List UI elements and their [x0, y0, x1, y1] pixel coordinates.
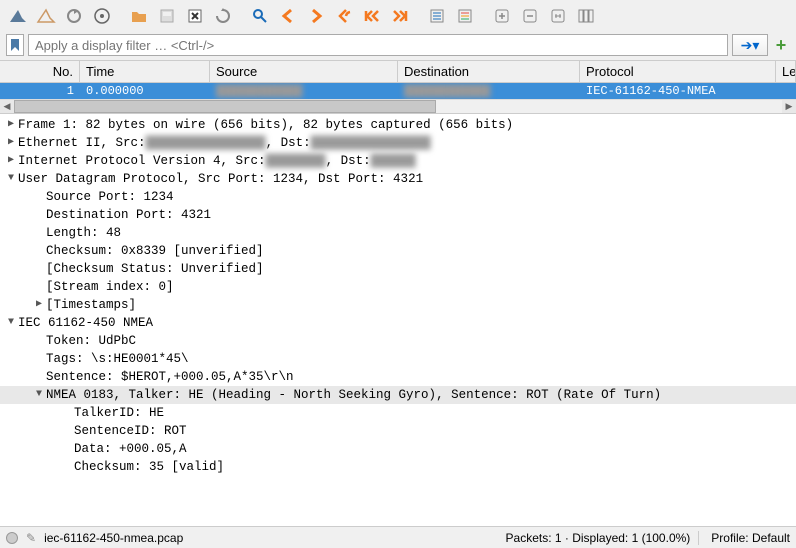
- close-file-icon[interactable]: [183, 4, 207, 28]
- column-protocol[interactable]: Protocol: [580, 61, 776, 82]
- tree-udp-checksum-status[interactable]: [Checksum Status: Unverified]: [0, 260, 796, 278]
- colorize-icon[interactable]: [453, 4, 477, 28]
- tree-ethernet[interactable]: ▶Ethernet II, Src: ████████████████, Dst…: [0, 134, 796, 152]
- tree-udp[interactable]: ▼User Datagram Protocol, Src Port: 1234,…: [0, 170, 796, 188]
- tree-iec[interactable]: ▼IEC 61162-450 NMEA: [0, 314, 796, 332]
- resize-columns-icon[interactable]: [574, 4, 598, 28]
- collapse-icon[interactable]: ▼: [4, 314, 18, 332]
- edit-icon[interactable]: ✎: [26, 531, 36, 545]
- tree-frame[interactable]: ▶Frame 1: 82 bytes on wire (656 bits), 8…: [0, 116, 796, 134]
- zoom-reset-icon[interactable]: [546, 4, 570, 28]
- next-packet-icon[interactable]: [304, 4, 328, 28]
- tree-iec-tags[interactable]: Tags: \s:HE0001*45\: [0, 350, 796, 368]
- status-profile[interactable]: Profile: Default: [698, 531, 790, 545]
- collapse-icon[interactable]: ▼: [4, 170, 18, 188]
- tree-nmea-talker[interactable]: TalkerID: HE: [0, 404, 796, 422]
- zoom-in-icon[interactable]: [490, 4, 514, 28]
- status-stats: Packets: 1 · Displayed: 1 (100.0%): [506, 531, 691, 545]
- tree-udp-stream[interactable]: [Stream index: 0]: [0, 278, 796, 296]
- statusbar: ✎ iec-61162-450-nmea.pcap Packets: 1 · D…: [0, 526, 796, 548]
- apply-filter-button[interactable]: ➔▾: [732, 34, 768, 56]
- tree-iec-sentence[interactable]: Sentence: $HEROT,+000.05,A*35\r\n: [0, 368, 796, 386]
- first-packet-icon[interactable]: [360, 4, 384, 28]
- expert-info-icon[interactable]: [6, 532, 18, 544]
- packet-list-hscroll[interactable]: ◀ ▶: [0, 99, 796, 113]
- scroll-left-icon[interactable]: ◀: [0, 100, 14, 113]
- packet-list-header: No. Time Source Destination Protocol Leı: [0, 61, 796, 83]
- tree-udp-timestamps[interactable]: ▶[Timestamps]: [0, 296, 796, 314]
- add-filter-button[interactable]: +: [772, 34, 790, 56]
- packet-row[interactable]: 1 0.000000 ████████████ ████████████ IEC…: [0, 83, 796, 99]
- save-file-icon[interactable]: [155, 4, 179, 28]
- expand-icon[interactable]: ▶: [4, 152, 18, 170]
- tree-nmea-checksum[interactable]: Checksum: 35 [valid]: [0, 458, 796, 476]
- jump-back-icon[interactable]: [332, 4, 356, 28]
- reload-icon[interactable]: [211, 4, 235, 28]
- tree-iec-token[interactable]: Token: UdPbC: [0, 332, 796, 350]
- expand-icon[interactable]: ▶: [32, 296, 46, 314]
- column-length[interactable]: Leı: [776, 61, 796, 82]
- stop-capture-icon[interactable]: [34, 4, 58, 28]
- tree-ip[interactable]: ▶Internet Protocol Version 4, Src: █████…: [0, 152, 796, 170]
- autoscroll-icon[interactable]: [425, 4, 449, 28]
- packet-list-pane: No. Time Source Destination Protocol Leı…: [0, 60, 796, 113]
- tree-nmea-data[interactable]: Data: +000.05,A: [0, 440, 796, 458]
- column-destination[interactable]: Destination: [398, 61, 580, 82]
- zoom-out-icon[interactable]: [518, 4, 542, 28]
- expand-icon[interactable]: ▶: [4, 134, 18, 152]
- open-file-icon[interactable]: [127, 4, 151, 28]
- scroll-right-icon[interactable]: ▶: [782, 100, 796, 113]
- options-icon[interactable]: [90, 4, 114, 28]
- prev-packet-icon[interactable]: [276, 4, 300, 28]
- shark-fin-icon[interactable]: [6, 4, 30, 28]
- tree-udp-srcport[interactable]: Source Port: 1234: [0, 188, 796, 206]
- collapse-icon[interactable]: ▼: [32, 386, 46, 404]
- tree-udp-dstport[interactable]: Destination Port: 4321: [0, 206, 796, 224]
- packet-details-pane[interactable]: ▶Frame 1: 82 bytes on wire (656 bits), 8…: [0, 113, 796, 526]
- filter-bar: ➔▾ +: [0, 32, 796, 60]
- find-icon[interactable]: [248, 4, 272, 28]
- tree-nmea-sentenceid[interactable]: SentenceID: ROT: [0, 422, 796, 440]
- tree-udp-length[interactable]: Length: 48: [0, 224, 796, 242]
- status-file: iec-61162-450-nmea.pcap: [44, 531, 497, 545]
- display-filter-input[interactable]: [28, 34, 728, 56]
- tree-nmea[interactable]: ▼NMEA 0183, Talker: HE (Heading - North …: [0, 386, 796, 404]
- column-no[interactable]: No.: [0, 61, 80, 82]
- main-toolbar: [0, 0, 796, 32]
- column-time[interactable]: Time: [80, 61, 210, 82]
- column-source[interactable]: Source: [210, 61, 398, 82]
- expand-icon[interactable]: ▶: [4, 116, 18, 134]
- last-packet-icon[interactable]: [388, 4, 412, 28]
- bookmark-icon[interactable]: [6, 34, 24, 56]
- restart-capture-icon[interactable]: [62, 4, 86, 28]
- tree-udp-checksum[interactable]: Checksum: 0x8339 [unverified]: [0, 242, 796, 260]
